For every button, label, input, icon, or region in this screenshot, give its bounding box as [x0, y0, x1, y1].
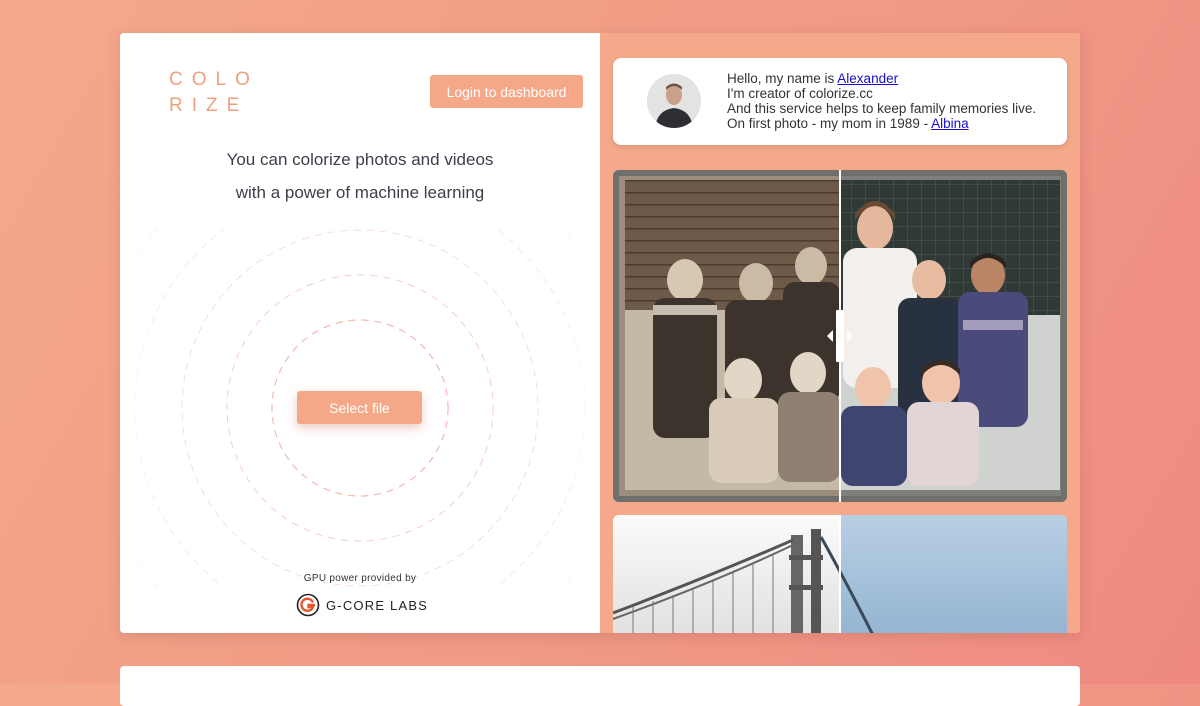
colorize-logo[interactable]: COLO RIZE	[169, 67, 259, 119]
compare-divider-2[interactable]	[839, 515, 841, 633]
next-section-card	[120, 666, 1080, 706]
sponsor-name: G-CORE LABS	[326, 597, 429, 613]
creator-name-link[interactable]: Alexander	[837, 71, 898, 86]
select-file-button[interactable]: Select file	[297, 391, 422, 424]
intro-text: Hello, my name is Alexander I'm creator …	[727, 71, 1037, 131]
avatar	[647, 74, 701, 128]
gcore-labs-logo[interactable]: G-CORE LABS	[296, 593, 428, 617]
main-card: COLO RIZE Login to dashboard You can col…	[120, 33, 1080, 633]
compare-handle-icon[interactable]	[824, 310, 856, 362]
before-after-photo-2[interactable]	[613, 515, 1067, 633]
before-after-photo-1[interactable]	[613, 170, 1067, 502]
gcore-logo-icon	[296, 593, 320, 617]
mom-name-link[interactable]: Albina	[931, 116, 969, 131]
tagline: You can colorize photos and videos with …	[226, 150, 494, 202]
upload-panel: COLO RIZE Login to dashboard You can col…	[120, 33, 600, 633]
avatar-photo	[647, 74, 701, 128]
login-dashboard-button[interactable]: Login to dashboard	[430, 75, 583, 108]
gpu-provider-label: GPU power provided by	[303, 573, 417, 584]
examples-panel: Hello, my name is Alexander I'm creator …	[600, 33, 1080, 633]
creator-intro-card: Hello, my name is Alexander I'm creator …	[613, 58, 1067, 145]
